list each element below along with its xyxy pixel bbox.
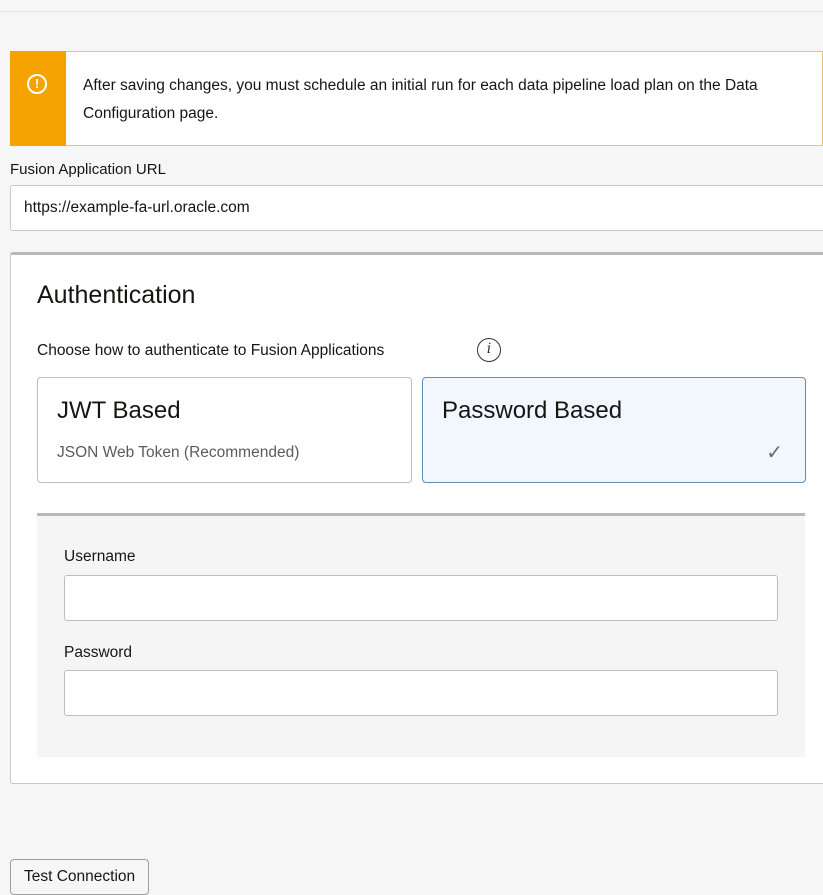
url-input[interactable]: https://example-fa-url.oracle.com [10,185,823,231]
credentials-section: Username Password [37,513,805,757]
password-option-title: Password Based [442,397,623,424]
authentication-title: Authentication [37,281,196,309]
authentication-panel: Authentication Choose how to authenticat… [10,252,823,784]
authentication-subtitle: Choose how to authenticate to Fusion App… [37,342,385,359]
password-label: Password [64,644,133,661]
jwt-based-option[interactable]: JWT Based JSON Web Token (Recommended) [37,377,412,483]
password-based-option[interactable]: Password Based ✓ [422,377,806,483]
banner-stripe: ! [10,51,66,146]
username-label: Username [64,548,136,565]
checkmark-icon: ✓ [766,442,783,464]
warning-icon: ! [27,74,47,94]
jwt-option-description: JSON Web Token (Recommended) [57,444,300,461]
jwt-option-title: JWT Based [57,397,181,424]
username-input[interactable] [64,575,778,621]
banner-message: After saving changes, you must schedule … [83,77,758,122]
top-divider [0,11,823,12]
test-connection-button[interactable]: Test Connection [10,859,150,895]
password-input[interactable] [64,670,778,716]
info-icon[interactable]: i [477,338,501,362]
warning-banner: ! After saving changes, you must schedul… [10,51,823,146]
url-label: Fusion Application URL [10,161,166,178]
